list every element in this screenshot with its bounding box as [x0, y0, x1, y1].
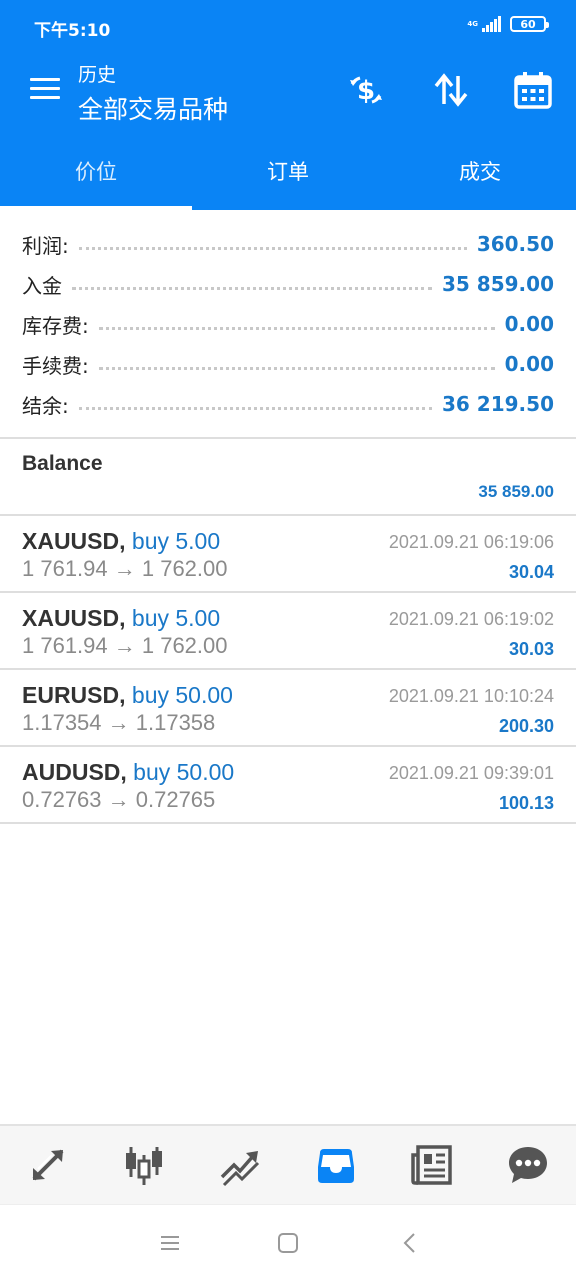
- deal-profit: 200.30: [498, 716, 554, 736]
- recent-apps-icon[interactable]: [158, 1231, 182, 1255]
- deal-row[interactable]: XAUUSD, buy 5.00 1 761.94 → 1 762.00 202…: [0, 516, 576, 593]
- network-type: 4G: [467, 20, 478, 28]
- calendar-icon[interactable]: [513, 70, 553, 110]
- history-summary: 利润: 360.50 入金 35 859.00 库存费: 0.00 手续费: 0…: [0, 224, 576, 424]
- deal-row[interactable]: EURUSD, buy 50.00 1.17354 → 1.17358 2021…: [0, 670, 576, 747]
- status-bar: 下午5:10 4G 60: [0, 0, 576, 56]
- status-time: 下午5:10: [34, 21, 111, 41]
- deal-header: XAUUSD, buy 5.00: [22, 605, 220, 632]
- profit-value: 360.50: [476, 232, 554, 256]
- battery-level: 60: [520, 17, 536, 31]
- deal-profit: 30.04: [508, 562, 554, 582]
- deposit-value: 35 859.00: [442, 272, 554, 296]
- tab-deals[interactable]: 成交: [384, 134, 576, 210]
- chat-bubble-icon: [509, 1147, 547, 1183]
- deposit-label: 入金: [22, 273, 62, 298]
- deal-row[interactable]: AUDUSD, buy 50.00 0.72763 → 0.72765 2021…: [0, 747, 576, 824]
- deal-time: 2021.09.21 10:10:24: [388, 686, 554, 706]
- deal-type: buy 50.00: [133, 759, 235, 785]
- candlestick-chart-icon: [126, 1147, 162, 1185]
- bottom-nav: [0, 1124, 576, 1204]
- profit-label: 利润:: [22, 233, 69, 258]
- menu-icon[interactable]: [30, 78, 60, 102]
- back-icon[interactable]: [398, 1231, 422, 1255]
- deal-prices: 1 761.94 → 1 762.00: [22, 633, 228, 658]
- swap-value: 0.00: [504, 312, 554, 336]
- system-nav-bar: [0, 1204, 576, 1280]
- nav-news[interactable]: [384, 1126, 480, 1204]
- commission-value: 0.00: [504, 352, 554, 376]
- balance-entry-label: Balance: [22, 452, 103, 475]
- tab-bar: 价位 订单 成交: [0, 134, 576, 210]
- summary-deposit-row: 入金 35 859.00: [0, 264, 576, 304]
- currency-exchange-icon[interactable]: $: [346, 70, 386, 110]
- history-inbox-icon: [318, 1149, 354, 1183]
- app-bar: 历史 全部交易品种 $: [0, 56, 576, 134]
- quotes-arrows-icon: [32, 1149, 64, 1181]
- deal-profit: 30.03: [508, 639, 554, 659]
- status-indicators: 4G 60: [467, 16, 549, 32]
- balance-value: 36 219.50: [442, 392, 554, 416]
- deal-time: 2021.09.21 06:19:06: [388, 532, 554, 552]
- deal-type: buy 50.00: [131, 682, 233, 708]
- deal-symbol: XAUUSD,: [22, 528, 126, 554]
- deal-profit: 100.13: [498, 793, 554, 813]
- swap-label: 库存费:: [22, 313, 89, 338]
- tab-positions[interactable]: 价位: [0, 134, 192, 210]
- deal-symbol: AUDUSD,: [22, 759, 127, 785]
- tab-orders[interactable]: 订单: [192, 134, 384, 210]
- deal-prices: 1 761.94 → 1 762.00: [22, 556, 228, 581]
- page-subtitle: 历史: [78, 64, 117, 86]
- deal-time: 2021.09.21 06:19:02: [388, 609, 554, 629]
- page-title[interactable]: 全部交易品种: [78, 90, 228, 126]
- nav-history[interactable]: [288, 1126, 384, 1204]
- deal-type: buy 5.00: [131, 605, 221, 631]
- summary-commission-row: 手续费: 0.00: [0, 344, 576, 384]
- nav-chart[interactable]: [96, 1126, 192, 1204]
- deal-prices: 0.72763 → 0.72765: [22, 787, 216, 812]
- dotted-leader: [78, 406, 433, 410]
- deal-prices: 1.17354 → 1.17358: [22, 710, 216, 735]
- commission-label: 手续费:: [22, 353, 89, 378]
- deal-header: EURUSD, buy 50.00: [22, 682, 233, 709]
- dotted-leader: [98, 326, 495, 330]
- dotted-leader: [72, 286, 433, 290]
- dotted-leader: [98, 366, 495, 370]
- balance-label: 结余:: [22, 393, 69, 418]
- divider: [0, 822, 576, 824]
- nav-trade[interactable]: [192, 1126, 288, 1204]
- trade-trend-icon: [220, 1151, 260, 1187]
- deal-header: XAUUSD, buy 5.00: [22, 528, 220, 555]
- summary-balance-row: 结余: 36 219.50: [0, 384, 576, 424]
- summary-swap-row: 库存费: 0.00: [0, 304, 576, 344]
- nav-chat[interactable]: [480, 1126, 576, 1204]
- deal-type: buy 5.00: [131, 528, 221, 554]
- news-icon: [411, 1145, 452, 1185]
- deal-row[interactable]: XAUUSD, buy 5.00 1 761.94 → 1 762.00 202…: [0, 593, 576, 670]
- signal-icon: [482, 16, 501, 32]
- sort-icon[interactable]: [431, 70, 471, 110]
- summary-profit-row: 利润: 360.50: [0, 224, 576, 264]
- deal-time: 2021.09.21 09:39:01: [388, 763, 554, 783]
- dotted-leader: [78, 246, 467, 250]
- deal-header: AUDUSD, buy 50.00: [22, 759, 234, 786]
- nav-quotes[interactable]: [0, 1126, 96, 1204]
- deal-symbol: XAUUSD,: [22, 605, 126, 631]
- deal-symbol: EURUSD,: [22, 682, 126, 708]
- battery-icon: 60: [510, 16, 549, 32]
- balance-entry[interactable]: Balance 35 859.00: [0, 440, 576, 516]
- divider: [0, 437, 576, 439]
- home-icon[interactable]: [276, 1231, 300, 1255]
- balance-entry-value: 35 859.00: [478, 482, 554, 501]
